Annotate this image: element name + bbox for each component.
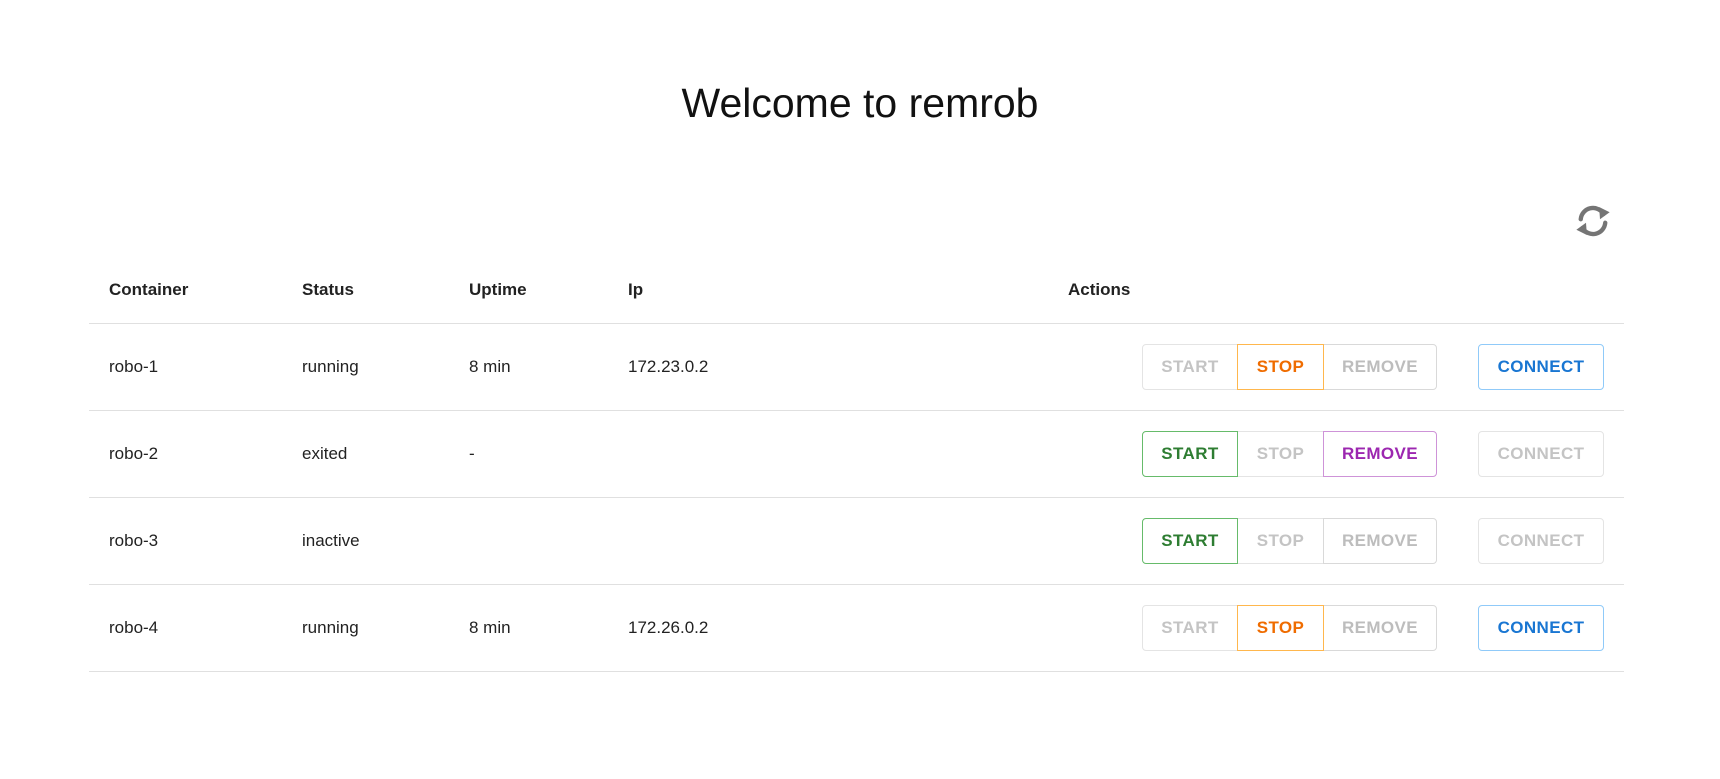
ip-text	[608, 497, 1048, 585]
connect-button[interactable]: CONNECT	[1478, 604, 1604, 651]
action-button-group: START STOP REMOVE	[1142, 517, 1437, 564]
actions-cell: START STOP REMOVE CONNECT	[1048, 497, 1624, 585]
action-button-group: START STOP REMOVE	[1142, 343, 1437, 390]
start-button[interactable]: START	[1142, 430, 1238, 477]
remove-button[interactable]: REMOVE	[1323, 430, 1437, 477]
status-text: exited	[282, 410, 449, 498]
column-header-uptime: Uptime	[449, 258, 608, 324]
uptime-text: 8 min	[449, 323, 608, 411]
status-text: running	[282, 584, 449, 672]
action-button-group: START STOP REMOVE	[1142, 604, 1437, 651]
start-button[interactable]: START	[1142, 604, 1238, 651]
stop-button[interactable]: STOP	[1237, 604, 1324, 651]
container-name: robo-1	[89, 323, 282, 411]
actions-cell: START STOP REMOVE CONNECT	[1048, 323, 1624, 411]
table-header-row: Container Status Uptime Ip Actions	[89, 258, 1624, 324]
app-page: Welcome to remrob Container Status Uptim…	[0, 0, 1720, 779]
remove-button[interactable]: REMOVE	[1323, 343, 1437, 390]
table-row: robo-1 running 8 min 172.23.0.2 START ST…	[89, 323, 1624, 411]
status-text: running	[282, 323, 449, 411]
connect-button[interactable]: CONNECT	[1478, 343, 1604, 390]
uptime-text: 8 min	[449, 584, 608, 672]
container-name: robo-4	[89, 584, 282, 672]
container-name: robo-3	[89, 497, 282, 585]
ip-text	[608, 410, 1048, 498]
stop-button[interactable]: STOP	[1237, 343, 1324, 390]
column-header-container: Container	[89, 258, 282, 324]
ip-text: 172.23.0.2	[608, 323, 1048, 411]
start-button[interactable]: START	[1142, 343, 1238, 390]
remove-button[interactable]: REMOVE	[1323, 604, 1437, 651]
connect-button[interactable]: CONNECT	[1478, 517, 1604, 564]
uptime-text: -	[449, 410, 608, 498]
container-name: robo-2	[89, 410, 282, 498]
refresh-icon	[1576, 205, 1610, 237]
action-button-group: START STOP REMOVE	[1142, 430, 1437, 477]
stop-button[interactable]: STOP	[1237, 430, 1324, 477]
table-row: robo-2 exited - START STOP REMOVE CONNEC…	[89, 410, 1624, 498]
connect-button[interactable]: CONNECT	[1478, 430, 1604, 477]
actions-cell: START STOP REMOVE CONNECT	[1048, 584, 1624, 672]
column-header-actions: Actions	[1048, 258, 1624, 324]
uptime-text	[449, 497, 608, 585]
table-row: robo-4 running 8 min 172.26.0.2 START ST…	[89, 584, 1624, 672]
status-text: inactive	[282, 497, 449, 585]
remove-button[interactable]: REMOVE	[1323, 517, 1437, 564]
column-header-status: Status	[282, 258, 449, 324]
ip-text: 172.26.0.2	[608, 584, 1048, 672]
actions-cell: START STOP REMOVE CONNECT	[1048, 410, 1624, 498]
page-title: Welcome to remrob	[681, 80, 1039, 126]
refresh-button[interactable]	[1572, 200, 1614, 242]
column-header-ip: Ip	[608, 258, 1048, 324]
table-row: robo-3 inactive START STOP REMOVE CONNEC…	[89, 497, 1624, 585]
containers-table: Container Status Uptime Ip Actions robo-…	[89, 258, 1624, 672]
start-button[interactable]: START	[1142, 517, 1238, 564]
stop-button[interactable]: STOP	[1237, 517, 1324, 564]
